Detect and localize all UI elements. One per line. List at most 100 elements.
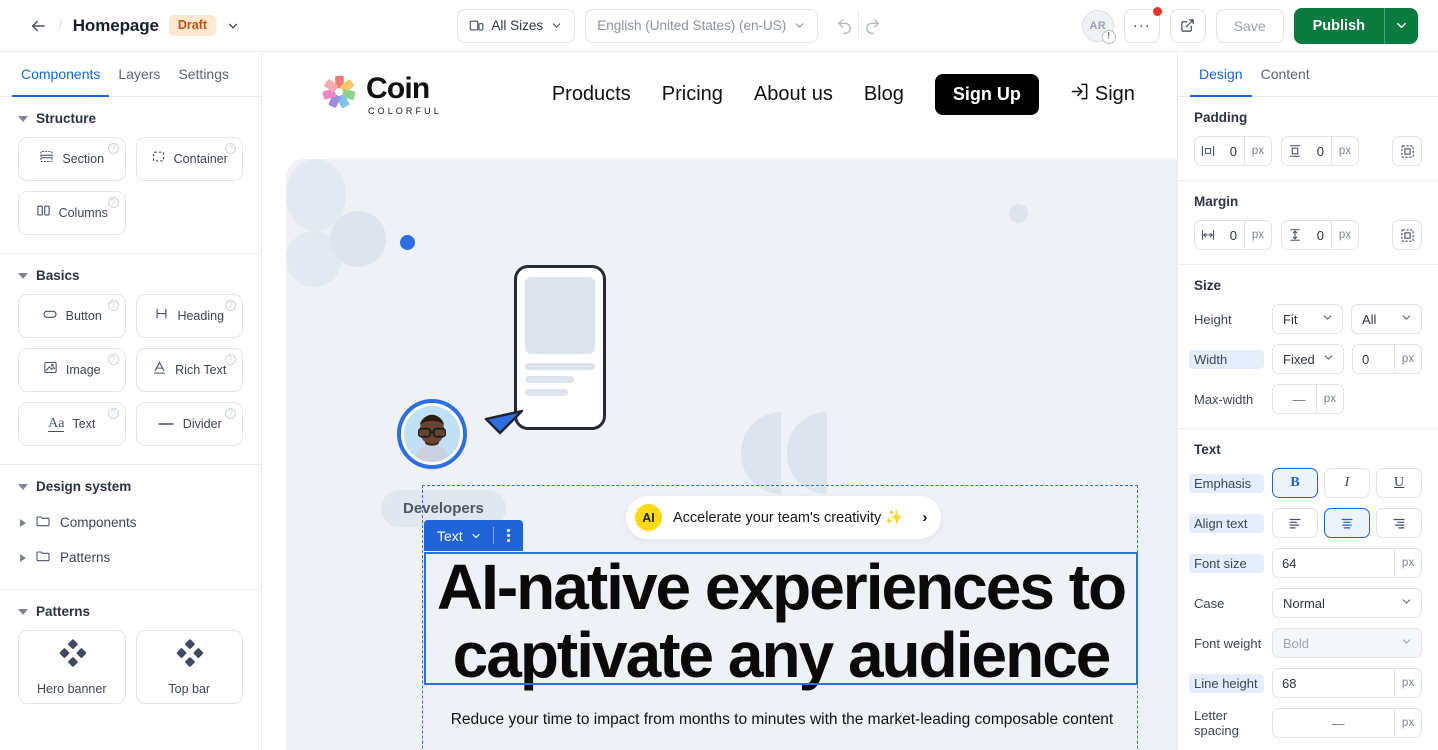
tab-settings[interactable]: Settings xyxy=(169,52,238,97)
section-patterns-title: Patterns xyxy=(36,604,91,619)
image-icon xyxy=(43,360,58,380)
help-icon[interactable]: ? xyxy=(107,143,119,154)
maxwidth-unit: px xyxy=(1316,385,1343,413)
margin-vertical-input[interactable]: 0 px xyxy=(1281,220,1359,250)
preview-button[interactable] xyxy=(1169,8,1206,43)
help-icon[interactable]: ? xyxy=(107,408,119,419)
padding-horizontal-input[interactable]: 0 px xyxy=(1194,136,1272,166)
section-patterns-header[interactable]: Patterns xyxy=(18,604,243,619)
margin-horizontal-input[interactable]: 0 px xyxy=(1194,220,1272,250)
tab-components[interactable]: Components xyxy=(12,52,110,97)
nav-link-blog[interactable]: Blog xyxy=(864,83,904,106)
bold-button[interactable]: B xyxy=(1272,468,1318,498)
site-nav-links: Products Pricing About us Blog Sign Up S… xyxy=(552,74,1135,115)
height-scope-select[interactable]: All xyxy=(1351,304,1422,334)
save-button[interactable]: Save xyxy=(1215,8,1284,43)
pattern-hero-banner-label: Hero banner xyxy=(37,681,107,696)
design-system-item-components[interactable]: Components xyxy=(0,505,261,540)
width-mode-select[interactable]: Fixed xyxy=(1272,344,1344,374)
undo-icon[interactable] xyxy=(830,11,858,41)
signup-button[interactable]: Sign Up xyxy=(934,74,1039,115)
component-container[interactable]: Container ? xyxy=(135,137,243,181)
avatar[interactable]: AR ! xyxy=(1081,9,1116,44)
maxwidth-row: Max-width — px xyxy=(1194,384,1422,414)
chevron-down-icon xyxy=(18,483,28,490)
align-center-button[interactable] xyxy=(1324,508,1370,538)
hero-paragraph[interactable]: Reduce your time to impact from months t… xyxy=(438,707,1126,733)
tab-content[interactable]: Content xyxy=(1252,52,1319,97)
nav-link-about-us[interactable]: About us xyxy=(754,83,833,106)
back-arrow-icon[interactable] xyxy=(28,16,48,36)
line-height-input[interactable]: 68 px xyxy=(1272,668,1422,698)
letter-spacing-input[interactable]: — px xyxy=(1272,708,1422,738)
underline-button[interactable]: U xyxy=(1376,468,1422,498)
maxwidth-input[interactable]: — px xyxy=(1272,384,1344,414)
width-unit: px xyxy=(1394,345,1421,373)
nav-link-products[interactable]: Products xyxy=(552,83,631,106)
design-system-item-patterns[interactable]: Patterns xyxy=(0,540,261,575)
padding-all-sides-icon[interactable] xyxy=(1392,136,1422,166)
italic-button[interactable]: I xyxy=(1324,468,1370,498)
publish-chevron-down-icon[interactable] xyxy=(1384,7,1418,44)
canvas[interactable]: Coin COLORFUL Products Pricing About us … xyxy=(262,52,1177,750)
component-divider[interactable]: Divider ? xyxy=(135,402,243,446)
pattern-hero-banner[interactable]: Hero banner xyxy=(18,630,126,704)
help-icon[interactable]: ? xyxy=(225,408,236,419)
section-structure: Structure Section ? Container ? Columns … xyxy=(0,97,261,239)
component-button[interactable]: Button ? xyxy=(18,294,126,338)
help-icon[interactable]: ? xyxy=(107,354,119,365)
maxwidth-label: Max-width xyxy=(1194,391,1254,407)
help-icon[interactable]: ? xyxy=(107,197,119,208)
phone-line-placeholder xyxy=(525,376,574,383)
locale-selector[interactable]: English (United States) (en-US) xyxy=(585,8,819,43)
height-mode-select[interactable]: Fit xyxy=(1272,304,1343,334)
help-icon[interactable]: ? xyxy=(107,300,119,311)
component-image[interactable]: Image ? xyxy=(18,348,126,392)
section-basics-header[interactable]: Basics xyxy=(18,268,243,283)
tab-layers[interactable]: Layers xyxy=(109,52,169,97)
redo-icon[interactable] xyxy=(858,10,886,41)
width-mode-value: Fixed xyxy=(1283,351,1315,367)
logo-main-text: Coin xyxy=(366,71,430,105)
chevron-down-icon xyxy=(18,608,28,615)
help-icon[interactable]: ? xyxy=(225,354,236,365)
help-icon[interactable]: ? xyxy=(225,143,236,154)
nav-link-pricing[interactable]: Pricing xyxy=(662,83,723,106)
font-size-input[interactable]: 64 px xyxy=(1272,548,1422,578)
padding-horizontal-unit: px xyxy=(1244,137,1271,165)
padding-vertical-input[interactable]: 0 px xyxy=(1281,136,1359,166)
collaborator-avatar-photo xyxy=(404,406,460,462)
component-rich-text[interactable]: Rich Text ? xyxy=(135,348,243,392)
line-height-label: Line height xyxy=(1189,673,1264,693)
section-padding: Padding 0 px 0 px xyxy=(1178,97,1438,181)
align-left-button[interactable] xyxy=(1272,508,1318,538)
section-design-system-header[interactable]: Design system xyxy=(18,479,243,494)
selection-type-dropdown[interactable]: Text xyxy=(424,528,493,544)
tab-design[interactable]: Design xyxy=(1190,52,1252,97)
margin-horizontal-unit: px xyxy=(1244,221,1271,249)
align-right-button[interactable] xyxy=(1376,508,1422,538)
viewport-size-selector[interactable]: All Sizes xyxy=(457,8,576,43)
selection-more-menu-icon[interactable] xyxy=(494,529,523,542)
component-heading[interactable]: Heading ? xyxy=(135,294,243,338)
pattern-top-bar[interactable]: Top bar xyxy=(135,630,243,704)
margin-all-sides-icon[interactable] xyxy=(1392,220,1422,250)
component-text[interactable]: Aa Text ? xyxy=(18,402,126,446)
section-structure-header[interactable]: Structure xyxy=(18,111,243,126)
ai-promo-pill[interactable]: AI Accelerate your team's creativity ✨ › xyxy=(626,496,942,539)
more-options-button[interactable]: ··· xyxy=(1123,6,1162,43)
component-section[interactable]: Section ? xyxy=(18,137,126,181)
app-root: / Homepage Draft All Sizes English (Unit… xyxy=(0,0,1438,750)
font-weight-select[interactable]: Bold xyxy=(1272,628,1422,658)
site-logo[interactable]: Coin COLORFUL xyxy=(320,73,442,116)
width-number-input[interactable]: 0 px xyxy=(1352,344,1422,374)
chevron-right-icon[interactable]: › xyxy=(922,509,927,526)
signin-link[interactable]: Sign xyxy=(1070,82,1135,107)
component-columns[interactable]: Columns ? xyxy=(18,191,126,235)
help-icon[interactable]: ? xyxy=(225,300,236,311)
publish-button[interactable]: Publish xyxy=(1293,7,1384,44)
page-menu-chevron-down-icon[interactable] xyxy=(226,19,240,33)
case-select[interactable]: Normal xyxy=(1272,588,1422,618)
chevron-down-icon xyxy=(1400,595,1413,611)
hero-section[interactable]: Developers AI Accelerate your team's cre… xyxy=(286,159,1177,750)
